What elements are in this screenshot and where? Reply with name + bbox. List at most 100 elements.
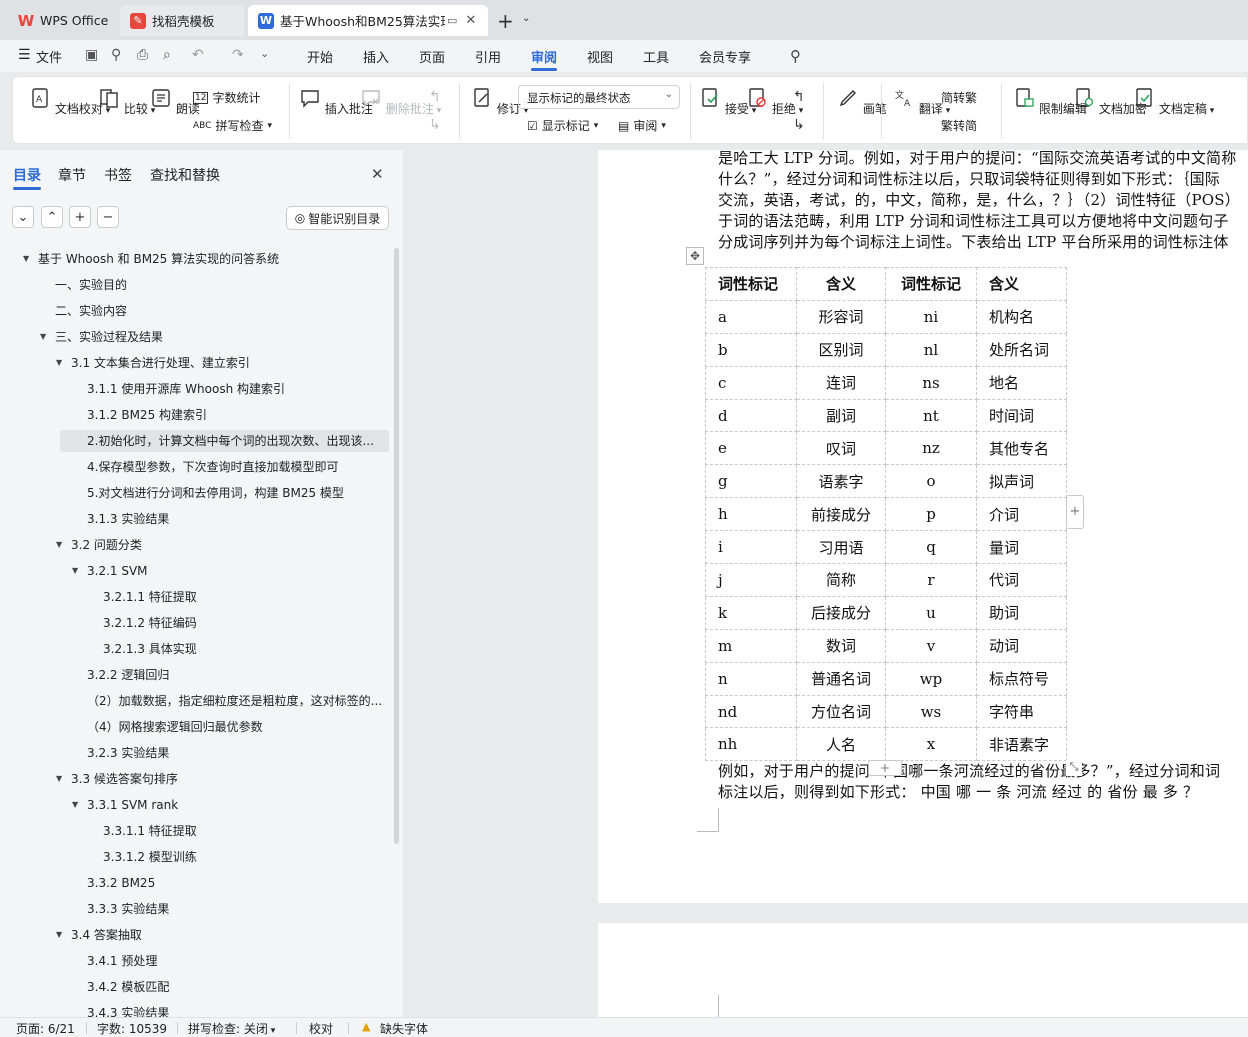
monitor-icon[interactable]: ▭ bbox=[447, 14, 457, 27]
undo-icon[interactable]: ↶ bbox=[192, 47, 204, 63]
markup-display-select[interactable]: 显示标记的最终状态 ⌄ bbox=[518, 85, 680, 109]
toc-item[interactable]: 3.3.1.1 特征提取 bbox=[103, 820, 197, 842]
read-aloud-button[interactable]: 朗读 bbox=[150, 87, 200, 117]
table-cell[interactable]: 字符串 bbox=[976, 694, 1067, 729]
toc-item[interactable]: 三、实验过程及结果 bbox=[55, 326, 163, 348]
table-cell[interactable]: 拟声词 bbox=[976, 464, 1067, 499]
table-cell[interactable]: ni bbox=[885, 299, 977, 334]
menu-insert[interactable]: 插入 bbox=[363, 47, 389, 66]
word-count-button[interactable]: 12 字数统计 bbox=[193, 89, 260, 106]
table-cell[interactable]: 叹词 bbox=[796, 431, 886, 466]
table-cell[interactable]: u bbox=[885, 595, 977, 630]
toc-item[interactable]: 5.对文档进行分词和去停用词，构建 BM25 模型 bbox=[87, 482, 344, 504]
table-cell[interactable]: 其他专名 bbox=[976, 431, 1067, 466]
share-link-icon[interactable]: ⚲ bbox=[111, 47, 121, 63]
table-cell[interactable]: 连词 bbox=[796, 365, 886, 400]
simplified-to-traditional-button[interactable]: 简转繁 bbox=[941, 89, 977, 106]
add-column-button[interactable]: + bbox=[1066, 495, 1084, 529]
toc-item[interactable]: 3.4 答案抽取 bbox=[71, 924, 142, 946]
table-cell[interactable]: k bbox=[705, 595, 797, 630]
table-cell[interactable]: g bbox=[705, 464, 797, 499]
table-cell[interactable]: 非语素字 bbox=[976, 727, 1067, 762]
add-row-button[interactable]: + bbox=[868, 760, 902, 776]
table-cell[interactable]: r bbox=[885, 563, 977, 597]
hamburger-icon[interactable]: ☰ bbox=[18, 47, 31, 63]
table-cell[interactable]: 副词 bbox=[796, 398, 886, 433]
table-cell[interactable]: 方位名词 bbox=[796, 694, 886, 729]
toc-item[interactable]: （4）网格搜索逻辑回归最优参数 bbox=[87, 716, 263, 738]
accept-button[interactable]: 接受 ▾ bbox=[699, 87, 756, 117]
insert-comment-button[interactable]: 插入批注 bbox=[299, 87, 373, 117]
table-cell[interactable]: 动词 bbox=[976, 628, 1067, 663]
collapse-all-button[interactable]: ⌄ bbox=[12, 206, 34, 228]
nav-tab-bookmarks[interactable]: 书签 bbox=[104, 165, 132, 185]
toc-item[interactable]: 3.2.1 SVM bbox=[87, 560, 148, 582]
expand-toggle-icon[interactable]: ▼ bbox=[72, 566, 78, 575]
toc-item[interactable]: 二、实验内容 bbox=[55, 300, 127, 322]
expand-toggle-icon[interactable]: ▼ bbox=[23, 254, 29, 263]
proof-status[interactable]: 校对 bbox=[309, 1020, 333, 1037]
table-cell[interactable]: x bbox=[885, 727, 977, 762]
toc-item[interactable]: 一、实验目的 bbox=[55, 274, 127, 296]
previous-change-icon[interactable]: ↰ bbox=[793, 89, 805, 105]
spell-check-status[interactable]: 拼写检查: 关闭 ▾ bbox=[188, 1020, 275, 1037]
redo-icon[interactable]: ↷ bbox=[232, 47, 244, 63]
toc-scrollbar[interactable] bbox=[394, 248, 399, 844]
print-preview-icon[interactable]: ⌕ bbox=[163, 47, 171, 63]
word-count-indicator[interactable]: 字数: 10539 bbox=[97, 1020, 167, 1037]
toc-item[interactable]: 3.2.2 逻辑回归 bbox=[87, 664, 169, 686]
resize-table-icon[interactable]: ⤡ bbox=[1066, 760, 1082, 776]
close-tab-icon[interactable]: ✕ bbox=[465, 13, 476, 28]
toc-item[interactable]: 3.3.3 实验结果 bbox=[87, 898, 169, 920]
smart-toc-button[interactable]: ◎ 智能识别目录 bbox=[286, 206, 389, 230]
table-cell[interactable]: nh bbox=[705, 727, 797, 762]
next-comment-icon[interactable]: ↳ bbox=[429, 117, 441, 133]
table-cell[interactable]: nl bbox=[885, 332, 977, 367]
expand-toggle-icon[interactable]: ▼ bbox=[56, 930, 62, 939]
expand-toggle-icon[interactable]: ▼ bbox=[56, 540, 62, 549]
table-cell[interactable]: 地名 bbox=[976, 365, 1067, 400]
menu-membership[interactable]: 会员专享 bbox=[699, 47, 751, 66]
table-cell[interactable]: a bbox=[705, 299, 797, 334]
expand-toggle-icon[interactable]: ▼ bbox=[56, 358, 62, 367]
table-cell[interactable]: j bbox=[705, 563, 797, 597]
table-cell[interactable]: 代词 bbox=[976, 563, 1067, 597]
table-cell[interactable]: ws bbox=[885, 694, 977, 729]
table-cell[interactable]: d bbox=[705, 398, 797, 433]
tab-wps-office[interactable]: W WPS Office bbox=[8, 5, 114, 36]
toc-item[interactable]: 3.1.1 使用开源库 Whoosh 构建索引 bbox=[87, 378, 285, 400]
menu-references[interactable]: 引用 bbox=[475, 47, 501, 66]
toc-item[interactable]: 4.保存模型参数，下次查询时直接加载模型即可 bbox=[87, 456, 338, 478]
toc-item[interactable]: 3.4.1 预处理 bbox=[87, 950, 157, 972]
reject-button[interactable]: 拒绝 ▾ bbox=[746, 87, 803, 117]
table-cell[interactable]: 机构名 bbox=[976, 299, 1067, 334]
toc-item[interactable]: 3.2.1.2 特征编码 bbox=[103, 612, 197, 634]
expand-up-button[interactable]: ⌃ bbox=[41, 206, 63, 228]
toc-item[interactable]: 3.4.2 模板匹配 bbox=[87, 976, 169, 998]
toc-item[interactable]: 3.2.1.1 特征提取 bbox=[103, 586, 197, 608]
table-cell[interactable]: 量词 bbox=[976, 530, 1067, 565]
expand-toggle-icon[interactable]: ▼ bbox=[72, 800, 78, 809]
toc-item[interactable]: 3.2 问题分类 bbox=[71, 534, 142, 556]
pos-tag-table[interactable]: 词性标记 含义 词性标记 含义 a 形容词 ni 机构名 b 区别词 nl 处所名词 c 连词 ns… bbox=[705, 267, 1067, 762]
toc-item[interactable]: 3.1.2 BM25 构建索引 bbox=[87, 404, 207, 426]
previous-comment-icon[interactable]: ↰ bbox=[429, 89, 441, 105]
proofread-button[interactable]: A 文档校对 ▾ bbox=[29, 87, 110, 117]
table-cell[interactable]: h bbox=[705, 497, 797, 532]
missing-font-indicator[interactable]: 缺失字体 bbox=[380, 1020, 428, 1037]
restrict-editing-button[interactable]: 限制编辑 bbox=[1013, 87, 1087, 117]
table-cell[interactable]: n bbox=[705, 661, 797, 696]
table-cell[interactable]: 形容词 bbox=[796, 299, 886, 334]
toc-item[interactable]: 3.3 候选答案句排序 bbox=[71, 768, 178, 790]
toc-item[interactable]: 2.初始化时，计算文档中每个词的出现次数、出现该... bbox=[87, 430, 374, 452]
table-cell[interactable]: 普通名词 bbox=[796, 661, 886, 696]
table-cell[interactable]: 时间词 bbox=[976, 398, 1067, 433]
print-icon[interactable]: ⎙ bbox=[137, 47, 148, 63]
toc-item[interactable]: 3.1 文本集合进行处理、建立索引 bbox=[71, 352, 250, 374]
table-cell[interactable]: wp bbox=[885, 661, 977, 696]
review-pane-button[interactable]: ▤ 审阅 ▾ bbox=[618, 117, 666, 134]
toc-item[interactable]: 3.2.1.3 具体实现 bbox=[103, 638, 197, 660]
page-indicator[interactable]: 页面: 6/21 bbox=[16, 1020, 75, 1037]
toc-item[interactable]: 基于 Whoosh 和 BM25 算法实现的问答系统 bbox=[38, 248, 279, 270]
menu-tools[interactable]: 工具 bbox=[643, 47, 669, 66]
